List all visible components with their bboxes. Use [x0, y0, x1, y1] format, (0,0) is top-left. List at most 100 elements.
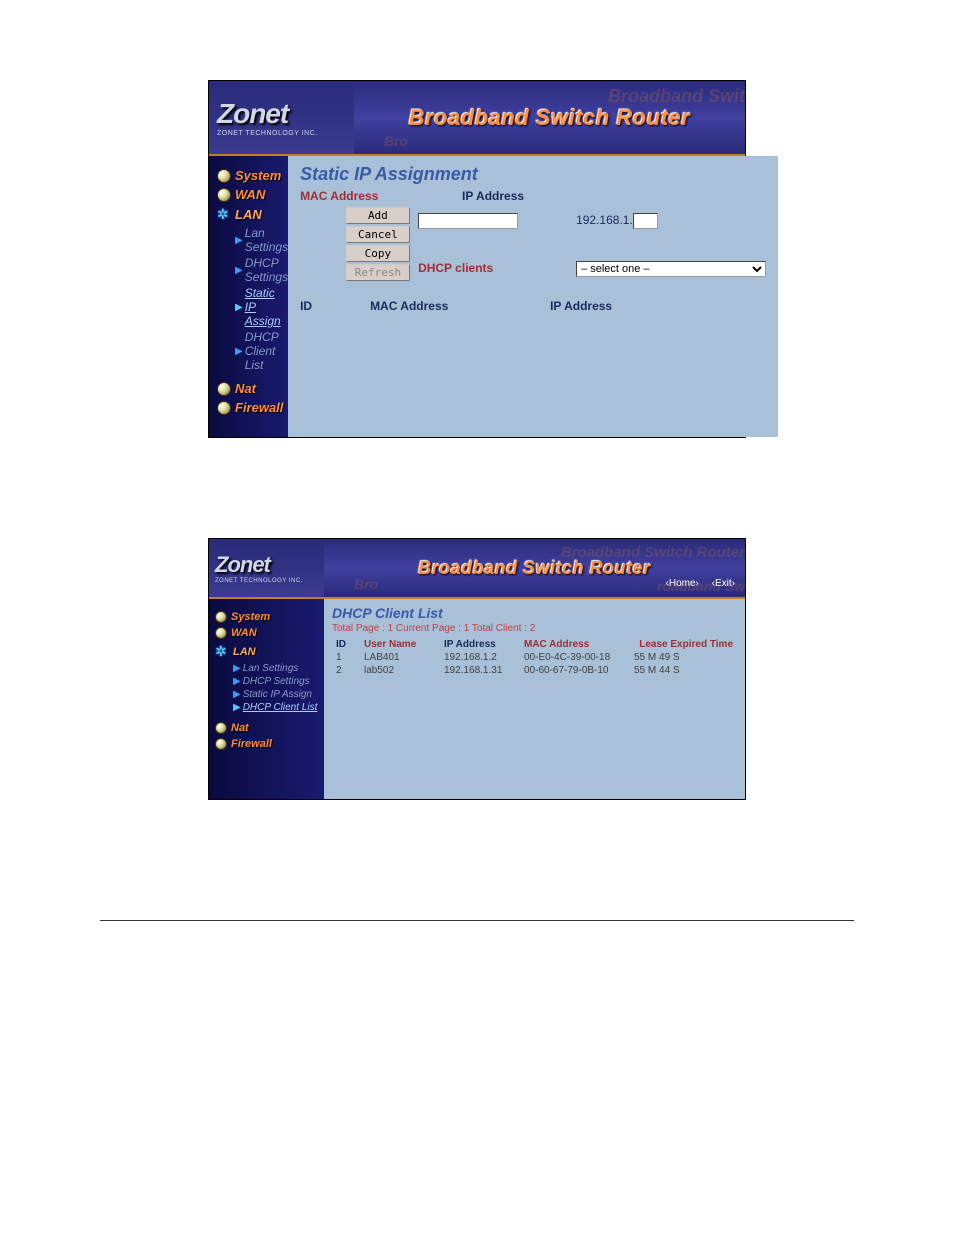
sidebar-item-firewall[interactable]: Firewall	[215, 736, 324, 752]
ip-address-label: IP Address	[418, 189, 568, 203]
sidebar-item-wan[interactable]: WAN	[215, 625, 324, 641]
sidebar-item-nat[interactable]: Nat	[215, 720, 324, 736]
cell-lease: 55 M 44 S	[630, 664, 737, 677]
dhcp-clients-label: DHCP clients	[418, 261, 568, 275]
sidebar: System WAN ✲ LAN ▶ Lan Settings ▶	[209, 599, 324, 799]
bullet-icon	[215, 722, 227, 734]
subnav-lan-settings[interactable]: ▶ Lan Settings	[233, 662, 324, 675]
sidebar-item-system[interactable]: System	[215, 609, 324, 625]
brand-tagline: ZONET TECHNOLOGY INC.	[215, 578, 324, 584]
subnav-dhcp-settings[interactable]: ▶ DHCP Settings	[233, 675, 324, 688]
sub-label: Lan Settings	[243, 663, 299, 674]
banner-links: ‹Home› ‹Exit›	[656, 578, 735, 589]
cell-lease: 55 M 49 S	[630, 651, 737, 664]
nav-label: System	[231, 611, 270, 623]
static-ip-panel: Zonet ZONET TECHNOLOGY INC. Broadband Sw…	[208, 80, 746, 438]
bullet-icon	[217, 169, 231, 183]
cell-mac: 00-60-67-79-0B-10	[520, 664, 630, 677]
sidebar-item-firewall[interactable]: Firewall	[217, 398, 288, 417]
nav-label: LAN	[235, 207, 262, 222]
page-title: DHCP Client List	[332, 605, 737, 621]
table-row: 2 lab502 192.168.1.31 00-60-67-79-0B-10 …	[332, 664, 737, 677]
sidebar-item-wan[interactable]: WAN	[217, 185, 288, 204]
col-mac: MAC Address	[370, 299, 550, 313]
cancel-button[interactable]: Cancel	[346, 226, 410, 243]
nav-label: Firewall	[235, 400, 283, 415]
star-icon: ✲	[217, 206, 231, 223]
banner-ghost-left: Bro	[384, 133, 408, 149]
subnav-static-ip-assign[interactable]: ▶ Static IP Assign	[235, 285, 288, 329]
bullet-icon	[215, 738, 227, 750]
nav-label: Nat	[231, 722, 249, 734]
bullet-icon	[217, 401, 231, 415]
col-id: ID	[332, 638, 360, 651]
arrow-icon: ▶	[235, 346, 243, 357]
copy-button[interactable]: Copy	[346, 245, 410, 262]
home-link[interactable]: ‹Home›	[666, 578, 699, 589]
content-static-ip: Static IP Assignment MAC Address IP Addr…	[288, 156, 778, 437]
sub-label: DHCP Settings	[245, 256, 288, 284]
arrow-icon: ▶	[233, 702, 241, 713]
ip-prefix: 192.168.1.	[576, 213, 633, 227]
sub-nav-lan: ▶ Lan Settings ▶ DHCP Settings ▶ Static …	[217, 225, 288, 373]
arrow-icon: ▶	[233, 689, 241, 700]
col-id: ID	[300, 299, 370, 313]
arrow-icon: ▶	[235, 265, 243, 276]
banner-title-area: Broadband Swit Bro Broadband Switch Rout…	[354, 81, 745, 154]
logo-area: Zonet ZONET TECHNOLOGY INC.	[209, 539, 324, 597]
ip-octet-input[interactable]	[633, 213, 658, 229]
refresh-button[interactable]: Refresh	[346, 264, 410, 281]
brand-logo: Zonet	[215, 552, 324, 578]
header-banner: Zonet ZONET TECHNOLOGY INC. Broadband Sw…	[209, 539, 745, 599]
dhcp-client-table: ID User Name IP Address MAC Address Leas…	[332, 638, 737, 677]
logo-area: Zonet ZONET TECHNOLOGY INC.	[209, 81, 354, 154]
nav-label: WAN	[231, 627, 257, 639]
banner-title: Broadband Switch Router	[409, 105, 691, 131]
arrow-icon: ▶	[233, 676, 241, 687]
dhcp-clients-select[interactable]: – select one –	[576, 261, 766, 277]
header-banner: Zonet ZONET TECHNOLOGY INC. Broadband Sw…	[209, 81, 745, 156]
dhcp-client-list-panel: Zonet ZONET TECHNOLOGY INC. Broadband Sw…	[208, 538, 746, 800]
content-dhcp-client-list: DHCP Client List Total Page : 1 Current …	[324, 599, 745, 799]
subnav-dhcp-settings[interactable]: ▶ DHCP Settings	[235, 255, 288, 285]
arrow-icon: ▶	[235, 235, 243, 246]
bullet-icon	[215, 627, 227, 639]
sub-label: DHCP Client List	[243, 702, 318, 713]
table-row: 1 LAB401 192.168.1.2 00-E0-4C-39-00-18 5…	[332, 651, 737, 664]
sidebar-item-nat[interactable]: Nat	[217, 379, 288, 398]
sidebar-item-system[interactable]: System	[217, 166, 288, 185]
dhcp-summary: Total Page : 1 Current Page : 1 Total Cl…	[332, 623, 737, 634]
sidebar: System WAN ✲ LAN ▶ Lan Settings ▶	[209, 156, 288, 437]
arrow-icon: ▶	[235, 302, 243, 313]
subnav-static-ip-assign[interactable]: ▶ Static IP Assign	[233, 688, 324, 701]
nav-label: Nat	[235, 381, 256, 396]
brand-logo: Zonet	[217, 98, 354, 130]
table-header-row: ID User Name IP Address MAC Address Leas…	[332, 638, 737, 651]
arrow-icon: ▶	[233, 663, 241, 674]
col-ip: IP Address	[550, 299, 650, 313]
cell-user: LAB401	[360, 651, 440, 664]
cell-mac: 00-E0-4C-39-00-18	[520, 651, 630, 664]
mac-address-input[interactable]	[418, 213, 518, 229]
sub-nav-lan: ▶ Lan Settings ▶ DHCP Settings ▶ Static …	[215, 662, 324, 714]
subnav-dhcp-client-list[interactable]: ▶ DHCP Client List	[233, 701, 324, 714]
col-mac: MAC Address	[520, 638, 630, 651]
bullet-icon	[217, 382, 231, 396]
nav-label: WAN	[235, 187, 265, 202]
sub-label: DHCP Settings	[243, 676, 310, 687]
nav-label: Firewall	[231, 738, 272, 750]
subnav-lan-settings[interactable]: ▶ Lan Settings	[235, 225, 288, 255]
subnav-dhcp-client-list[interactable]: ▶ DHCP Client List	[235, 329, 288, 373]
add-button[interactable]: Add	[346, 207, 410, 224]
banner-ghost-top: Broadband Switch Router	[561, 544, 745, 561]
exit-link[interactable]: ‹Exit›	[712, 578, 735, 589]
banner-ghost-top: Broadband Swit	[608, 86, 745, 107]
nav-label: LAN	[233, 646, 256, 658]
sidebar-item-lan[interactable]: ✲ LAN	[217, 204, 288, 225]
cell-ip: 192.168.1.2	[440, 651, 520, 664]
cell-id: 2	[332, 664, 360, 677]
page-title: Static IP Assignment	[300, 164, 766, 185]
sidebar-item-lan[interactable]: ✲ LAN	[215, 641, 324, 662]
cell-user: lab502	[360, 664, 440, 677]
bullet-icon	[215, 611, 227, 623]
